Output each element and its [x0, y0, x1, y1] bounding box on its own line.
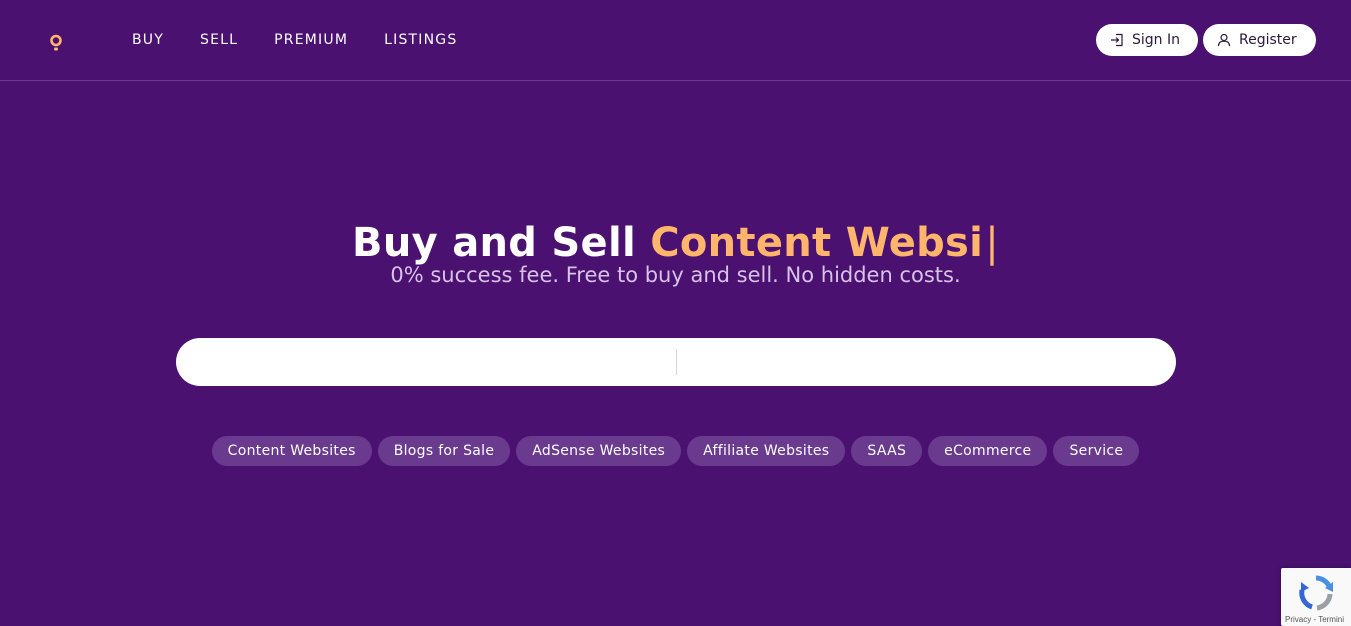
category-chips: Content Websites Blogs for Sale AdSense …	[0, 436, 1351, 466]
recaptcha-icon	[1299, 575, 1333, 611]
chip-service[interactable]: Service	[1053, 436, 1140, 466]
logo-pin-icon[interactable]	[49, 34, 63, 52]
sign-in-label: Sign In	[1132, 32, 1180, 48]
user-icon	[1217, 33, 1231, 47]
recaptcha-links[interactable]: Privacy - Termini	[1285, 615, 1344, 624]
recaptcha-badge[interactable]: Privacy - Termini	[1281, 568, 1351, 626]
auth-buttons: Sign In Register	[1096, 24, 1316, 56]
chip-ecommerce[interactable]: eCommerce	[928, 436, 1048, 466]
main-nav: BUY SELL PREMIUM LISTINGS	[132, 31, 493, 49]
search-divider	[676, 349, 677, 375]
register-button[interactable]: Register	[1203, 24, 1316, 56]
chip-content-websites[interactable]: Content Websites	[211, 436, 372, 466]
chip-adsense-websites[interactable]: AdSense Websites	[516, 436, 682, 466]
typing-cursor: |	[985, 219, 999, 266]
register-label: Register	[1239, 32, 1297, 48]
sign-in-icon	[1111, 33, 1123, 47]
search-filter-input[interactable]	[696, 338, 1150, 388]
chip-affiliate-websites[interactable]: Affiliate Websites	[687, 436, 846, 466]
sign-in-button[interactable]: Sign In	[1096, 24, 1198, 56]
hero-subheadline: 0% success fee. Free to buy and sell. No…	[390, 263, 961, 287]
nav-sell[interactable]: SELL	[200, 31, 238, 49]
search-bar	[176, 338, 1176, 388]
headline-accent: Content Websi	[650, 219, 984, 266]
search-keyword-input[interactable]	[200, 338, 674, 388]
site-header: BUY SELL PREMIUM LISTINGS Sign In Regist…	[0, 0, 1351, 81]
page: BUY SELL PREMIUM LISTINGS Sign In Regist…	[0, 0, 1351, 626]
nav-premium[interactable]: PREMIUM	[274, 31, 348, 49]
headline-plain: Buy and Sell	[352, 219, 636, 266]
nav-buy[interactable]: BUY	[132, 31, 164, 49]
chip-saas[interactable]: SAAS	[851, 436, 923, 466]
chip-blogs-for-sale[interactable]: Blogs for Sale	[377, 436, 511, 466]
nav-listings[interactable]: LISTINGS	[384, 31, 457, 49]
